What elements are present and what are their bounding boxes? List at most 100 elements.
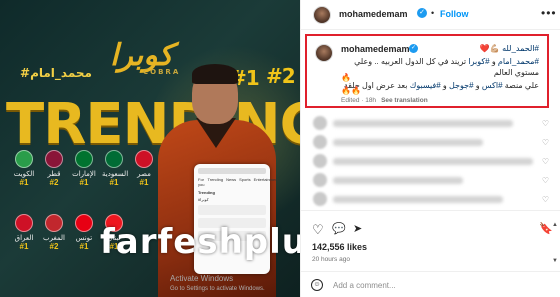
country-rank: #1: [109, 178, 119, 187]
verified-badge-icon: ✓: [417, 8, 427, 18]
hashtag-link[interactable]: #محمد_امام: [498, 57, 539, 66]
country-flag-item: المغرب #2: [42, 214, 66, 251]
windows-activation-watermark: Activate Windows Go to Settings to activ…: [170, 274, 265, 294]
comment-row[interactable]: ♡: [313, 173, 553, 189]
country-rank: #2: [49, 178, 59, 187]
hashtag-link[interactable]: #فيسبوك: [410, 81, 441, 90]
activate-windows-subtitle: Go to Settings to activate Windows.: [170, 286, 265, 292]
edited-time: Edited · 18h: [341, 97, 377, 104]
post-image[interactable]: #محمد_امام كوبرا COBRA #1 #2 TRENDING ال…: [0, 0, 300, 297]
country-flag-item: السعودية #1: [102, 150, 129, 187]
verified-badge-icon: ✓: [409, 44, 418, 53]
comment-like-icon[interactable]: ♡: [542, 157, 549, 166]
flag-icon: [105, 150, 123, 168]
comment-row[interactable]: ♡: [313, 116, 553, 132]
see-translation-link[interactable]: See translation: [381, 97, 428, 104]
phone-tab: Entertainment: [253, 177, 279, 182]
bookmark-icon[interactable]: 🔖: [539, 223, 553, 236]
phone-header: Trending: [198, 190, 215, 195]
comment-like-icon[interactable]: ♡: [542, 119, 549, 128]
comment-text-blurred: [333, 177, 463, 184]
flag-icon: [15, 214, 33, 232]
comment-icon[interactable]: 💬: [332, 223, 346, 236]
add-comment-bar: ☺: [301, 271, 560, 297]
country-name: الإمارات: [72, 171, 96, 178]
hashtag-link[interactable]: #الحمد_لله: [502, 44, 539, 53]
fire-emoji: 🔥🔥: [341, 86, 361, 95]
country-flag-item: مصر #1: [132, 150, 156, 187]
country-rank: #2: [49, 242, 59, 251]
country-name: تونس: [75, 235, 93, 242]
header-username[interactable]: mohamedemam: [339, 9, 408, 19]
country-rank: #1: [19, 242, 29, 251]
country-flag-item: الكويت #1: [12, 150, 36, 187]
country-name: مصر: [137, 171, 151, 178]
comment-avatar[interactable]: [313, 173, 327, 187]
flag-icon: [45, 214, 63, 232]
country-flag-item: العراق #1: [12, 214, 36, 251]
country-name: السعودية: [102, 171, 129, 178]
caption-text: و: [440, 81, 449, 90]
comment-like-icon[interactable]: ♡: [542, 176, 549, 185]
comment-like-icon[interactable]: ♡: [542, 138, 549, 147]
activate-windows-title: Activate Windows: [170, 274, 234, 283]
comment-text-blurred: [333, 120, 513, 127]
phone-tab: For you: [198, 177, 205, 187]
country-name: المغرب: [43, 235, 65, 242]
share-icon[interactable]: ➤: [353, 223, 362, 236]
scroll-down-icon[interactable]: ▼: [551, 258, 559, 266]
comment-avatar[interactable]: [313, 192, 327, 206]
comment-avatar[interactable]: [313, 116, 327, 130]
caption-text: علي منصة: [502, 81, 539, 90]
caption-meta: Edited · 18h See translation: [341, 97, 428, 104]
avatar[interactable]: [313, 6, 331, 24]
caption-line-1: #الحمد_لله 💪🏼❤️: [480, 44, 539, 53]
header-separator: •: [431, 8, 435, 18]
watermark-domain: plus.com: [243, 222, 300, 262]
flag-icon: [15, 150, 33, 168]
country-rank: #1: [139, 178, 149, 187]
country-name: قطر: [47, 171, 61, 178]
country-rank: #1: [79, 242, 89, 251]
country-flag-item: قطر #2: [42, 150, 66, 187]
phone-item: #كوبرا: [198, 197, 209, 202]
likes-count[interactable]: 142,556 likes: [312, 242, 367, 252]
image-hashtag-text: #محمد_امام: [20, 66, 93, 80]
post-timestamp: 20 hours ago: [312, 256, 350, 263]
flag-icon: [75, 214, 93, 232]
country-flag-item: تونس #1: [72, 214, 96, 251]
flag-icon: [45, 150, 63, 168]
comment-row[interactable]: ♡: [313, 135, 553, 151]
heart-icon[interactable]: ♡: [312, 223, 324, 236]
comment-text-blurred: [333, 139, 483, 146]
hashtag-link[interactable]: #كوبرا: [468, 57, 489, 66]
comment-row[interactable]: ♡: [313, 192, 553, 208]
phone-tab: Sports: [239, 177, 251, 182]
caption-line-2: #محمد_امام و #كوبرا تريند في كل الدول ال…: [329, 56, 539, 78]
phone-tabs: For you Trending News Sports Entertainment: [198, 177, 279, 187]
flags-row-1: الكويت #1 قطر #2 الإمارات #1 السعودية #1 مصر #1: [12, 150, 156, 187]
comment-input[interactable]: [333, 278, 483, 292]
hashtag-link[interactable]: #جوجل: [449, 81, 474, 90]
follow-button[interactable]: Follow: [440, 9, 469, 19]
country-rank: #1: [19, 178, 29, 187]
emoji-icon[interactable]: ☺: [311, 279, 323, 291]
watermark: farfeshplus.com: [100, 222, 300, 262]
caption-highlight-box: mohamedemam ✓ #الحمد_لله 💪🏼❤️ #محمد_امام…: [305, 34, 549, 108]
caption-text: و: [473, 81, 482, 90]
country-rank: #1: [79, 178, 89, 187]
comment-avatar[interactable]: [313, 135, 327, 149]
phone-tab: News: [226, 177, 237, 182]
country-name: العراق: [14, 235, 34, 242]
caption-username[interactable]: mohamedemam: [341, 44, 410, 54]
country-name: الكويت: [13, 171, 35, 178]
hashtag-link[interactable]: #اكس: [482, 81, 503, 90]
comment-row[interactable]: ♡: [313, 154, 553, 170]
phone-bar: [198, 168, 266, 174]
more-options-icon[interactable]: •••: [541, 6, 557, 20]
watermark-brand: farfesh: [100, 222, 244, 262]
instagram-post-window: { "image": { "hashtag_name": "#محمد_امام…: [0, 0, 560, 297]
post-side-panel: mohamedemam ✓ • Follow ••• mohamedemam ✓…: [300, 0, 560, 297]
comment-avatar[interactable]: [313, 154, 327, 168]
comment-like-icon[interactable]: ♡: [542, 195, 549, 204]
